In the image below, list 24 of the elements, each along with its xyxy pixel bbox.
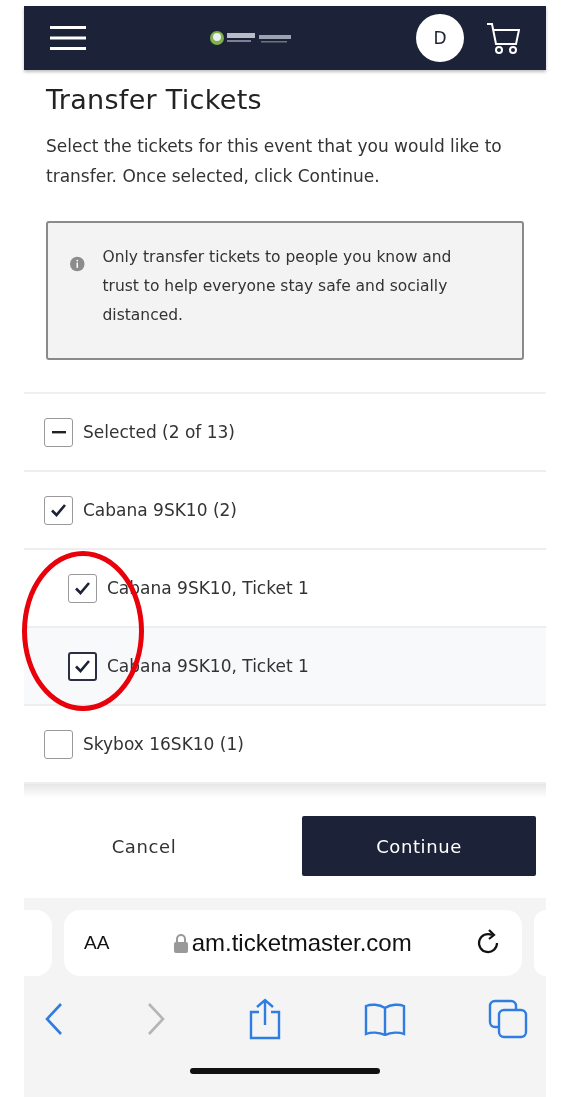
- page-title: Transfer Tickets: [46, 84, 263, 115]
- page-description: Select the tickets for this event that you would like to transfer. Once selected, click Continue.: [46, 135, 503, 188]
- address-bar[interactable]: AA am.ticketmaster.com: [64, 910, 522, 976]
- row-label: Skybox 16SK10 (1): [83, 734, 244, 754]
- cart-icon[interactable]: [486, 21, 520, 55]
- menu-icon[interactable]: [50, 25, 86, 51]
- continue-button[interactable]: Continue: [302, 816, 536, 876]
- checkbox[interactable]: [44, 417, 73, 447]
- book-icon[interactable]: [364, 1002, 406, 1036]
- notice-text: Only transfer tickets to people you know and trust to help everyone stay safe and socially distanced.: [102, 247, 453, 326]
- url-text: am.ticketmaster.com: [191, 929, 412, 957]
- checkbox[interactable]: [44, 729, 73, 759]
- row-label: Cabana 9SK10 (2): [83, 500, 237, 520]
- checkbox[interactable]: [68, 651, 97, 681]
- row-label: Selected (2 of 13): [83, 422, 235, 442]
- text-size-button[interactable]: AA: [84, 932, 110, 954]
- logo-icon[interactable]: [209, 29, 293, 47]
- tabs-icon[interactable]: [488, 999, 528, 1039]
- checkbox[interactable]: [68, 573, 97, 603]
- back-icon[interactable]: [44, 1002, 64, 1036]
- share-icon[interactable]: [248, 998, 282, 1040]
- avatar[interactable]: D: [416, 14, 464, 62]
- lock-icon: [173, 933, 188, 953]
- checkbox[interactable]: [44, 495, 73, 525]
